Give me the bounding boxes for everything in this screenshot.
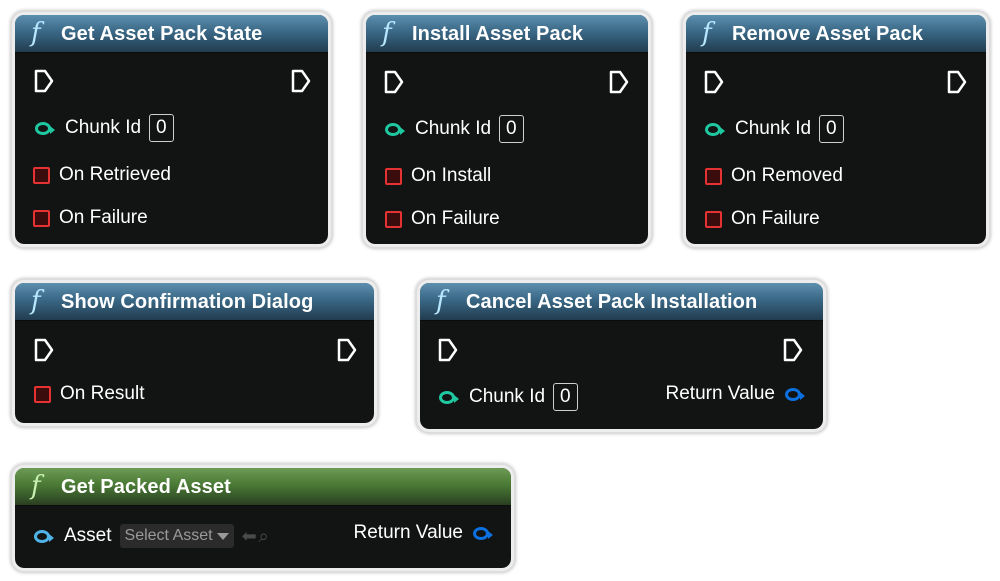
delegate-pin-icon[interactable] [705, 167, 722, 185]
pin-label: On Removed [731, 165, 843, 186]
node-title: Remove Asset Pack [732, 23, 924, 45]
return-value-pin[interactable]: Return Value [353, 518, 493, 548]
delegate-pin-icon[interactable] [705, 210, 722, 228]
node-title: Get Asset Pack State [61, 23, 263, 45]
int-pin-icon[interactable] [439, 390, 459, 404]
exec-out-pin[interactable] [946, 69, 968, 95]
function-icon: f [702, 18, 712, 48]
search-icon[interactable]: ⌕ [259, 526, 269, 547]
exec-in-pin[interactable] [383, 69, 405, 95]
object-pin-icon[interactable] [473, 526, 493, 540]
function-icon: f [31, 286, 41, 316]
chunk-id-input[interactable]: Chunk Id 0 [705, 114, 844, 144]
asset-input[interactable]: Asset Select Asset ⬅ ⌕ [34, 521, 269, 551]
chunk-id-input[interactable]: Chunk Id 0 [385, 114, 524, 144]
int-pin-icon[interactable] [705, 122, 725, 136]
node-title: Cancel Asset Pack Installation [466, 291, 758, 313]
chunk-id-input[interactable]: Chunk Id 0 [35, 113, 174, 143]
delegate-pin-icon[interactable] [33, 209, 50, 227]
pin-label: On Retrieved [59, 164, 171, 185]
on-failure-pin[interactable]: On Failure [705, 204, 820, 234]
arrow-left-icon[interactable]: ⬅ [242, 526, 257, 547]
pin-label: On Failure [59, 207, 148, 228]
chunk-id-value[interactable]: 0 [819, 115, 844, 143]
select-asset-value: Select Asset [124, 527, 213, 544]
pin-label: On Install [411, 165, 492, 186]
node-header[interactable]: f Get Packed Asset [15, 468, 511, 506]
node-cancel-asset-pack-installation[interactable]: f Cancel Asset Pack Installation Chunk I… [417, 280, 826, 432]
pin-label: On Failure [731, 208, 820, 229]
node-title: Show Confirmation Dialog [61, 291, 314, 313]
node-title: Get Packed Asset [61, 476, 231, 498]
exec-in-pin[interactable] [33, 337, 55, 363]
node-show-confirmation-dialog[interactable]: f Show Confirmation Dialog On Result [12, 280, 377, 426]
delegate-pin-icon[interactable] [385, 210, 402, 228]
node-header[interactable]: f Cancel Asset Pack Installation [420, 283, 823, 321]
chunk-id-value[interactable]: 0 [149, 114, 174, 142]
node-header[interactable]: f Remove Asset Pack [686, 15, 986, 53]
select-asset-dropdown[interactable]: Select Asset [119, 524, 234, 548]
node-get-packed-asset[interactable]: f Get Packed Asset Asset Select Asset ⬅ … [12, 465, 514, 571]
function-icon: f [31, 18, 41, 48]
chunk-id-value[interactable]: 0 [553, 383, 578, 411]
int-pin-icon[interactable] [385, 122, 405, 136]
exec-out-pin[interactable] [336, 337, 358, 363]
pin-label: Chunk Id [415, 118, 492, 139]
delegate-pin-icon[interactable] [33, 166, 50, 184]
delegate-pin-icon[interactable] [34, 385, 51, 403]
pin-label: Return Value [665, 383, 776, 404]
pin-label: Chunk Id [735, 118, 812, 139]
exec-out-pin[interactable] [608, 69, 630, 95]
exec-out-pin[interactable] [290, 68, 312, 94]
node-header[interactable]: f Show Confirmation Dialog [15, 283, 374, 321]
node-title: Install Asset Pack [412, 23, 584, 45]
on-failure-pin[interactable]: On Failure [33, 203, 148, 233]
chevron-down-icon [216, 532, 229, 540]
asset-pin-icon[interactable] [34, 529, 54, 543]
pin-label: Return Value [353, 522, 464, 543]
pin-label: Chunk Id [65, 117, 142, 138]
object-pin-icon[interactable] [785, 387, 805, 401]
node-header[interactable]: f Install Asset Pack [366, 15, 648, 53]
int-pin-icon[interactable] [35, 121, 55, 135]
function-icon: f [436, 286, 446, 316]
exec-in-pin[interactable] [437, 337, 459, 363]
pin-label: On Result [60, 383, 145, 404]
node-remove-asset-pack[interactable]: f Remove Asset Pack Chunk Id 0 On Remove… [683, 12, 989, 247]
chunk-id-value[interactable]: 0 [499, 115, 524, 143]
function-icon: f [31, 471, 41, 501]
node-header[interactable]: f Get Asset Pack State [15, 15, 328, 53]
exec-in-pin[interactable] [33, 68, 55, 94]
on-retrieved-pin[interactable]: On Retrieved [33, 160, 171, 190]
delegate-pin-icon[interactable] [385, 167, 402, 185]
on-removed-pin[interactable]: On Removed [705, 161, 843, 191]
on-result-pin[interactable]: On Result [34, 379, 144, 409]
on-install-pin[interactable]: On Install [385, 161, 491, 191]
exec-out-pin[interactable] [782, 337, 804, 363]
pin-label: On Failure [411, 208, 500, 229]
pin-label: Chunk Id [469, 386, 546, 407]
node-install-asset-pack[interactable]: f Install Asset Pack Chunk Id 0 On Insta… [363, 12, 651, 247]
node-get-asset-pack-state[interactable]: f Get Asset Pack State Chunk Id 0 On Ret… [12, 12, 331, 247]
exec-in-pin[interactable] [703, 69, 725, 95]
chunk-id-input[interactable]: Chunk Id 0 [439, 382, 578, 412]
on-failure-pin[interactable]: On Failure [385, 204, 500, 234]
pin-label: Asset [64, 525, 112, 546]
return-value-pin[interactable]: Return Value [665, 379, 805, 409]
function-icon: f [382, 18, 392, 48]
